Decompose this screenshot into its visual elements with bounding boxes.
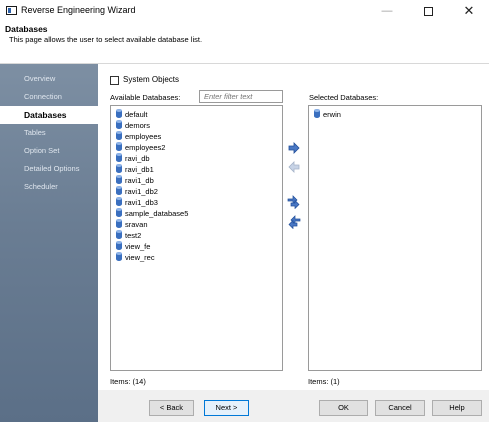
minimize-button[interactable]: —	[367, 0, 407, 22]
back-button[interactable]: < Back	[149, 400, 194, 416]
list-item[interactable]: test2	[116, 230, 141, 241]
system-objects-label: System Objects	[123, 75, 180, 84]
main-panel: System Objects Available Databases: defa…	[98, 64, 489, 422]
list-item[interactable]: erwin	[314, 109, 341, 120]
database-icon	[116, 131, 122, 140]
cancel-button[interactable]: Cancel	[375, 400, 425, 416]
database-icon	[116, 230, 122, 239]
maximize-icon	[423, 6, 433, 16]
remove-all-button[interactable]	[287, 215, 301, 229]
database-icon	[116, 175, 122, 184]
list-item[interactable]: ravi1_db2	[116, 186, 158, 197]
selected-count: Items: (1)	[308, 377, 340, 386]
list-item[interactable]: ravi_db1	[116, 164, 154, 175]
database-icon	[116, 241, 122, 250]
page-header: Databases This page allows the user to s…	[0, 22, 489, 64]
list-item[interactable]: demors	[116, 120, 150, 131]
page-description: This page allows the user to select avai…	[9, 35, 203, 44]
list-item[interactable]: sravan	[116, 219, 148, 230]
list-item[interactable]: employees	[116, 131, 161, 142]
list-item[interactable]: ravi_db	[116, 153, 150, 164]
maximize-button[interactable]	[408, 0, 448, 22]
title-bar: Reverse Engineering Wizard — ✕	[0, 0, 489, 22]
database-icon	[116, 219, 122, 228]
system-objects-checkbox[interactable]	[110, 76, 119, 85]
list-item[interactable]: view_rec	[116, 252, 155, 263]
list-item[interactable]: sample_database5	[116, 208, 188, 219]
ok-button[interactable]: OK	[319, 400, 368, 416]
database-icon	[116, 109, 122, 118]
app-icon	[6, 6, 17, 15]
database-icon	[116, 186, 122, 195]
arrow-right-icon	[288, 142, 300, 154]
database-icon	[314, 109, 320, 118]
list-item[interactable]: ravi1_db3	[116, 197, 158, 208]
list-item[interactable]: default	[116, 109, 148, 120]
database-icon	[116, 164, 122, 173]
filter-input[interactable]	[199, 90, 283, 103]
selected-databases-list[interactable]: erwin	[308, 105, 482, 371]
database-icon	[116, 208, 122, 217]
sidebar-item-detailed-options[interactable]: Detailed Options	[0, 160, 98, 178]
add-all-button[interactable]	[287, 195, 301, 209]
sidebar-item-databases[interactable]: Databases	[0, 106, 98, 124]
help-button[interactable]: Help	[432, 400, 482, 416]
page-title: Databases	[5, 24, 48, 34]
database-icon	[116, 252, 122, 261]
available-count: Items: (14)	[110, 377, 146, 386]
wizard-sidebar: Overview Connection Databases Tables Opt…	[0, 64, 98, 422]
double-arrow-right-icon	[287, 195, 300, 209]
database-icon	[116, 120, 122, 129]
close-button[interactable]: ✕	[449, 0, 489, 22]
selected-databases-label: Selected Databases:	[309, 93, 379, 102]
content-area: System Objects Available Databases: defa…	[98, 64, 489, 390]
list-item[interactable]: employees2	[116, 142, 165, 153]
database-icon	[116, 153, 122, 162]
database-icon	[116, 197, 122, 206]
sidebar-item-overview[interactable]: Overview	[0, 70, 98, 88]
available-databases-label: Available Databases:	[110, 93, 181, 102]
sidebar-item-option-set[interactable]: Option Set	[0, 142, 98, 160]
sidebar-item-scheduler[interactable]: Scheduler	[0, 178, 98, 196]
double-arrow-left-icon	[288, 215, 301, 229]
next-button[interactable]: Next >	[204, 400, 249, 416]
arrow-left-icon	[288, 161, 300, 173]
remove-selected-button[interactable]	[287, 160, 301, 174]
list-item[interactable]: view_fe	[116, 241, 150, 252]
sidebar-item-connection[interactable]: Connection	[0, 88, 98, 106]
add-selected-button[interactable]	[287, 141, 301, 155]
database-icon	[116, 142, 122, 151]
sidebar-item-tables[interactable]: Tables	[0, 124, 98, 142]
available-databases-list[interactable]: default demors employees employees2 ravi…	[110, 105, 283, 371]
list-item[interactable]: ravi1_db	[116, 175, 154, 186]
window-title: Reverse Engineering Wizard	[21, 5, 136, 15]
